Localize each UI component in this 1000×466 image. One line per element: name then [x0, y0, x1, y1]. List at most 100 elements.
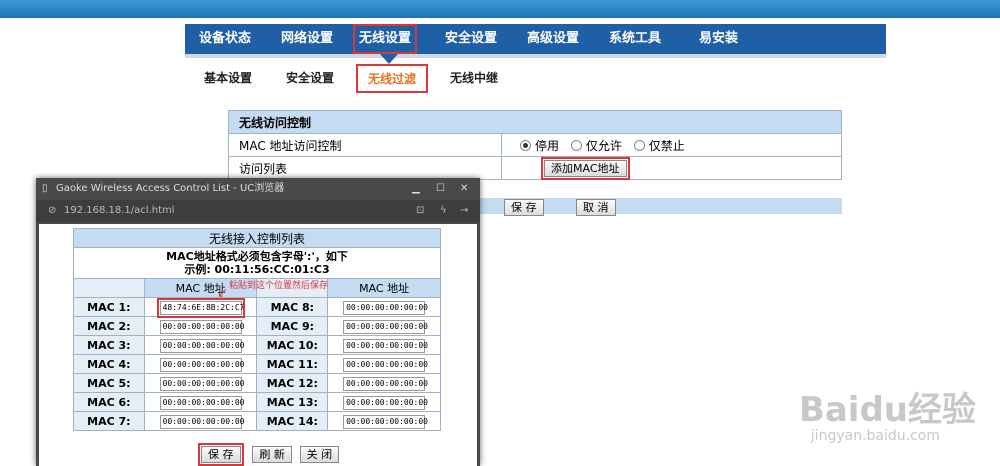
mac-input[interactable]: 00:00:00:00:00:00 [343, 319, 428, 334]
mac-input[interactable]: 00:00:00:00:00:00 [343, 300, 428, 315]
mac-input[interactable]: 00:00:00:00:00:00 [159, 376, 244, 391]
mac-input[interactable]: 00:00:00:00:00:00 [159, 357, 244, 372]
subnav-security[interactable]: 安全设置 [286, 69, 334, 86]
popup-refresh-button[interactable]: 刷 新 [252, 446, 292, 463]
radio-allow-only[interactable] [570, 139, 582, 151]
acl-button-bar: 保 存 取 消 [480, 198, 842, 216]
annotation-arrow-icon: ↙ [217, 286, 228, 301]
acl-title: 无线访问控制 [228, 110, 842, 134]
mac-field-cell: 00:00:00:00:00:00 [327, 316, 441, 336]
mac-row: MAC 6: 00:00:00:00:00:00 MAC 13: 00:00:00:0… [73, 392, 441, 412]
popup-button-row: 保 存 刷 新 关 闭 [198, 443, 340, 466]
mac-input[interactable]: 00:00:00:00:00:00 [343, 414, 428, 429]
mac-field-cell: 00:00:00:00:00:00 [327, 392, 441, 412]
popup-url[interactable]: 192.168.18.1/acl.html [64, 200, 175, 222]
mac-label: MAC 10: [256, 335, 329, 355]
mac-input[interactable]: 00:00:00:00:00:00 [343, 357, 428, 372]
mac-input[interactable]: 00:00:00:00:00:00 [159, 395, 244, 410]
mac-field-cell: 00:00:00:00:00:00 [327, 354, 441, 374]
mac-control-options: 停用 仅允许 仅禁止 [501, 133, 842, 157]
mac-label: MAC 3: [73, 335, 145, 355]
mac-field-cell: 00:00:00:00:00:00 [143, 373, 258, 393]
mac-label: MAC 9: [256, 316, 329, 336]
acl-cancel-button[interactable]: 取 消 [576, 199, 616, 216]
mac-label: MAC 2: [73, 316, 145, 336]
mac-input[interactable]: 00:00:00:00:00:00 [343, 338, 428, 353]
radio-deny-only-label: 仅禁止 [648, 138, 685, 153]
mac-table-title: 无线接入控制列表 [73, 228, 441, 248]
mac-label: MAC 11: [256, 354, 329, 374]
acl-save-button[interactable]: 保 存 [504, 199, 544, 216]
radio-allow-only-label: 仅允许 [585, 138, 622, 153]
subnav-wireless-filter[interactable]: 无线过滤 [356, 64, 429, 93]
mac-field-cell: 00:00:00:00:00:00 [327, 373, 441, 393]
maximize-icon[interactable]: ☐ [436, 178, 445, 200]
lightning-icon[interactable]: ϟ [440, 200, 447, 222]
mac-field-cell: 00:00:00:00:00:00 [143, 335, 258, 355]
mac-label: MAC 13: [256, 392, 329, 412]
subnav-wireless-repeater[interactable]: 无线中继 [450, 69, 498, 86]
popup-save-button[interactable]: 保 存 [198, 443, 244, 466]
mac-field-cell: 00:00:00:00:00:00 [143, 316, 258, 336]
mac-field-cell: 00:00:00:00:00:00 [327, 297, 441, 317]
mac-field-cell: 00:00:00:00:00:00 [327, 411, 441, 431]
spacer-left [73, 278, 145, 298]
mac-label: MAC 1: [73, 297, 145, 317]
main-nav: 设备状态 网络设置 无线设置 安全设置 高级设置 系统工具 易安装 [185, 24, 886, 58]
access-list-cell: 添加MAC地址 [501, 156, 842, 180]
radio-disable-label: 停用 [535, 138, 560, 153]
nav-advanced-settings[interactable]: 高级设置 [527, 24, 579, 54]
nav-device-status[interactable]: 设备状态 [199, 24, 251, 54]
mac-list-table: 无线接入控制列表 MAC地址格式必须包含字母':'，如下 示例: 00:11:5… [73, 228, 441, 431]
mac-row: MAC 4: 00:00:00:00:00:00 MAC 11: 00:00:00:0… [73, 354, 441, 374]
mac-label: MAC 14: [256, 411, 329, 431]
popup-addressbar: ⊘ 192.168.18.1/acl.html ⊡ ϟ → [36, 200, 480, 222]
mac-input[interactable]: 48:74:6E:8B:2C:C7 [156, 297, 245, 318]
subnav-basic[interactable]: 基本设置 [204, 69, 252, 86]
mac-label: MAC 4: [73, 354, 145, 374]
mac-field-cell: 48:74:6E:8B:2C:C7 [143, 297, 258, 318]
mac-input[interactable]: 00:00:00:00:00:00 [343, 395, 428, 410]
nav-network-settings[interactable]: 网络设置 [281, 24, 333, 54]
mac-field-cell: 00:00:00:00:00:00 [143, 411, 258, 431]
nav-security-settings[interactable]: 安全设置 [445, 24, 497, 54]
popup-title: Gaoke Wireless Access Control List - UC浏… [56, 183, 285, 194]
popup-content: 无线接入控制列表 MAC地址格式必须包含字母':'，如下 示例: 00:11:5… [39, 224, 477, 466]
lock-icon[interactable]: ⊡ [416, 200, 424, 222]
close-icon[interactable]: ✕ [460, 178, 468, 200]
baidu-watermark-url: jingyan.baidu.com [810, 428, 940, 444]
mac-label: MAC 12: [256, 373, 329, 393]
mac-input[interactable]: 00:00:00:00:00:00 [159, 414, 244, 429]
mac-label: MAC 7: [73, 411, 145, 431]
wireless-access-control-table: 无线访问控制 MAC 地址访问控制 停用 仅允许 仅禁止 访问列表 添加MAC地… [228, 110, 842, 180]
nav-easy-install[interactable]: 易安装 [699, 24, 738, 54]
mac-label: MAC 8: [256, 297, 329, 317]
mac-label: MAC 6: [73, 392, 145, 412]
nav-system-tools[interactable]: 系统工具 [609, 24, 661, 54]
active-nav-indicator [380, 54, 398, 64]
note-line-1: MAC地址格式必须包含字母':'，如下 [166, 250, 348, 263]
mac-input[interactable]: 00:00:00:00:00:00 [343, 376, 428, 391]
browser-top-bar [0, 0, 1000, 18]
forward-icon[interactable]: → [460, 200, 468, 222]
access-list-label: 访问列表 [228, 156, 502, 180]
mac-field-cell: 00:00:00:00:00:00 [143, 392, 258, 412]
mac-row: MAC 5: 00:00:00:00:00:00 MAC 12: 00:00:00:0… [73, 373, 441, 393]
mac-input[interactable]: 00:00:00:00:00:00 [159, 319, 244, 334]
note-line-2: 示例: 00:11:56:CC:01:C3 [184, 263, 330, 276]
col-header-right: MAC 地址 [327, 278, 441, 298]
popup-titlebar: ▯ Gaoke Wireless Access Control List - U… [36, 178, 480, 200]
mac-row: MAC 2: 00:00:00:00:00:00 MAC 9: 00:00:00:00… [73, 316, 441, 336]
nav-wireless-settings[interactable]: 无线设置 [353, 24, 418, 54]
mac-row: MAC 7: 00:00:00:00:00:00 MAC 14: 00:00:00:0… [73, 411, 441, 431]
radio-disable[interactable] [520, 139, 531, 151]
mac-control-label: MAC 地址访问控制 [228, 133, 502, 157]
popup-close-button[interactable]: 关 闭 [299, 446, 340, 463]
mac-row: MAC 1: 48:74:6E:8B:2C:C7 MAC 8: 00:00:00:00… [73, 297, 441, 318]
mac-input[interactable]: 00:00:00:00:00:00 [159, 338, 244, 353]
add-mac-button[interactable]: 添加MAC地址 [541, 156, 630, 180]
radio-deny-only[interactable] [633, 139, 645, 151]
minimize-icon[interactable]: ▁ [412, 178, 420, 200]
mac-field-cell: 00:00:00:00:00:00 [327, 335, 441, 355]
no-secure-icon: ⊘ [48, 205, 57, 216]
